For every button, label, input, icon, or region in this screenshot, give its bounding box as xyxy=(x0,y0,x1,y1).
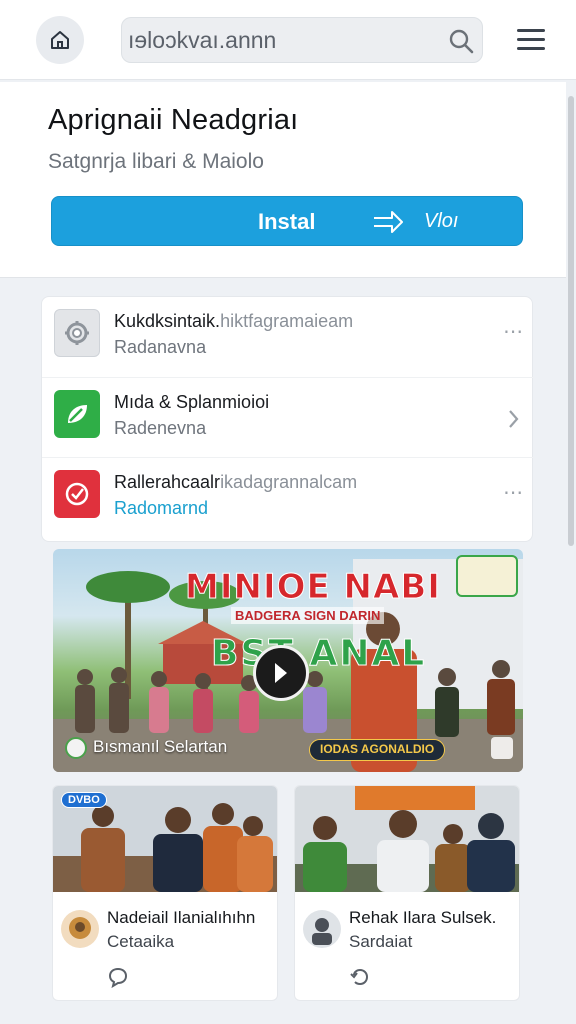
home-button[interactable] xyxy=(36,16,84,64)
page-title: Aprignaii Neadgriaı xyxy=(48,104,299,136)
list-item[interactable]: Mıda & Splanmioioi Radenevna xyxy=(42,377,534,457)
home-icon xyxy=(51,31,69,49)
news-subtitle: Sardaiat xyxy=(349,932,413,951)
list-item-subtitle: Radanavna xyxy=(114,337,207,357)
news-card[interactable]: Rehak Ilara Sulsek. Sardaiat xyxy=(294,785,520,1001)
hero-headline: MINIOE NABI xyxy=(185,567,441,608)
news-card[interactable]: DVBO Nadeiail Ilanialıhıhn Cetaaika xyxy=(52,785,278,1001)
install-secondary-label: Vloı xyxy=(424,210,459,232)
search-icon[interactable] xyxy=(448,28,474,54)
hero-banner[interactable]: MINIOE NABI BADGERA SIGN DARIN BST ANAL … xyxy=(53,549,523,772)
channel-icon xyxy=(65,737,87,759)
install-button[interactable]: Instal Vloı xyxy=(51,196,523,246)
app-list: Kukdksintaik.hiktfagramaieam Radanavna ⋯… xyxy=(41,296,534,542)
avatar xyxy=(61,910,99,948)
news-tag: DVBO xyxy=(61,792,107,808)
hamburger-menu-icon[interactable] xyxy=(515,26,547,54)
list-item-title: Rallerahcaalrikadagrannalcam xyxy=(114,472,358,492)
top-bar xyxy=(0,0,576,80)
hero-subline: BADGERA SIGN DARIN xyxy=(231,607,385,624)
app-subtitle: Satgnrja libari & Maiolo xyxy=(48,150,264,173)
list-item-title: Kukdksintaik.hiktfagramaieam xyxy=(114,311,354,331)
hero-pill[interactable]: IODAS AGONALDIO xyxy=(309,739,446,761)
list-item-subtitle: Radenevna xyxy=(114,418,207,438)
list-item-subtitle: Radomarnd xyxy=(114,498,209,518)
comment-icon[interactable] xyxy=(107,966,129,988)
app-header: Aprignaii Neadgriaı Satgnrja libari & Ma… xyxy=(0,82,566,278)
leaf-icon xyxy=(54,390,100,438)
install-button-label: Instal xyxy=(258,209,316,234)
repost-icon[interactable] xyxy=(349,966,371,988)
search-input[interactable] xyxy=(128,24,438,56)
share-icon[interactable] xyxy=(491,737,513,759)
more-icon[interactable]: ⋯ xyxy=(502,321,524,343)
news-title: Nadeiail Ilanialıhıhn xyxy=(107,908,256,927)
hero-big-text: BST ANAL xyxy=(210,633,427,675)
chevron-right-icon[interactable] xyxy=(502,408,524,430)
scrollbar[interactable] xyxy=(568,96,574,546)
more-icon[interactable]: ⋯ xyxy=(502,482,524,504)
record-icon xyxy=(54,470,100,518)
hero-caption: Bısmanıl Selartan xyxy=(93,737,228,756)
list-item[interactable]: Kukdksintaik.hiktfagramaieam Radanavna ⋯ xyxy=(42,297,534,377)
news-title: Rehak Ilara Sulsek. xyxy=(349,908,497,927)
search-bar[interactable] xyxy=(121,17,483,63)
news-photo xyxy=(295,786,519,892)
list-item[interactable]: Rallerahcaalrikadagrannalcam Radomarnd ⋯ xyxy=(42,457,534,537)
arrow-right-icon xyxy=(374,211,403,233)
play-icon[interactable] xyxy=(253,645,309,701)
news-subtitle: Cetaaika xyxy=(107,932,175,951)
avatar xyxy=(303,910,341,948)
hero-badge xyxy=(456,555,518,597)
list-item-title: Mıda & Splanmioioi xyxy=(114,392,270,412)
gear-icon xyxy=(54,309,100,357)
